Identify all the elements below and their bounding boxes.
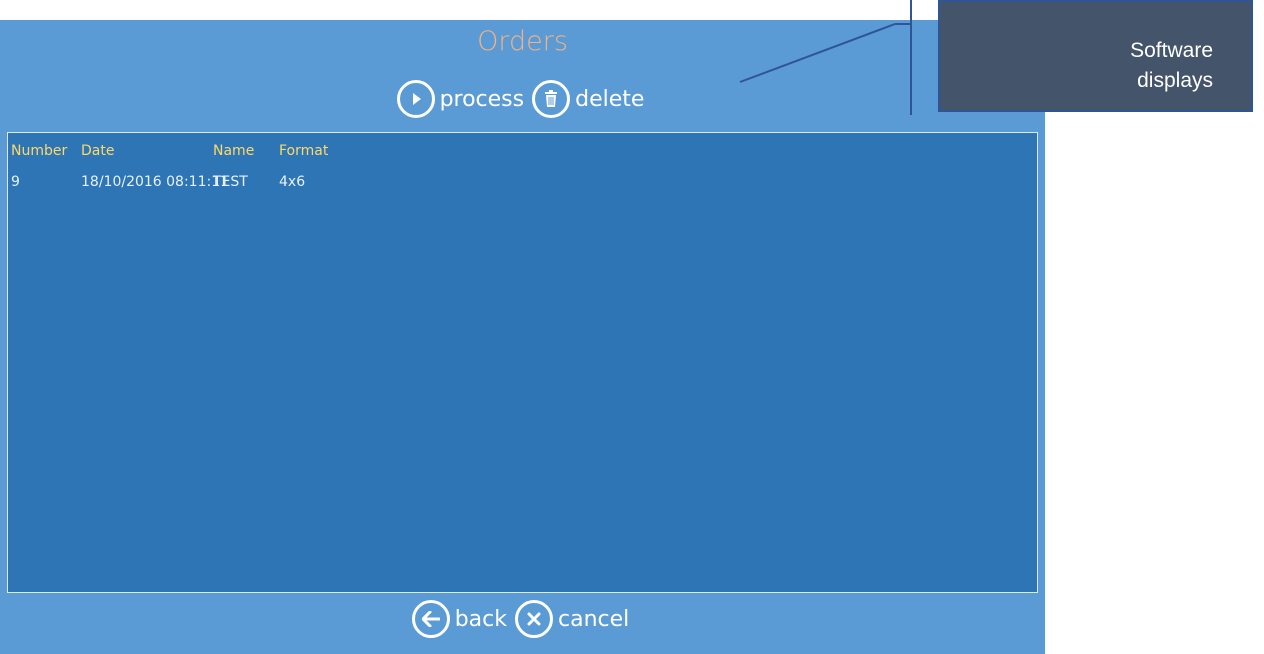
orders-window: Orders process delete Number Date Name F… <box>0 20 1045 654</box>
column-header-number[interactable]: Number <box>11 143 67 159</box>
table-header: Number Date Name Format <box>8 143 1037 163</box>
column-header-date[interactable]: Date <box>81 143 114 159</box>
cancel-button[interactable]: cancel <box>515 600 633 638</box>
process-button[interactable]: process <box>396 80 529 118</box>
back-label: back <box>454 606 508 632</box>
bottom-toolbar: back cancel <box>0 600 1045 638</box>
order-format: 4x6 <box>279 174 306 190</box>
cancel-label: cancel <box>558 606 630 632</box>
order-name: TEST <box>213 174 248 190</box>
column-header-name[interactable]: Name <box>213 143 254 159</box>
back-button[interactable]: back <box>411 600 511 638</box>
back-arrow-icon <box>411 600 450 638</box>
page-title: Orders <box>477 26 568 57</box>
orders-list[interactable]: Number Date Name Format 9 18/10/2016 08:… <box>7 132 1038 593</box>
close-icon <box>515 600 554 638</box>
trash-icon <box>532 80 571 118</box>
delete-button[interactable]: delete <box>532 80 648 118</box>
callout-line-2: displays <box>1137 69 1213 92</box>
column-header-format[interactable]: Format <box>279 143 328 159</box>
play-icon <box>396 80 435 118</box>
order-date: 18/10/2016 08:11:11 <box>81 174 230 190</box>
delete-label: delete <box>575 86 645 112</box>
callout-annotation: Software displays <box>938 0 1253 112</box>
top-toolbar: process delete <box>0 80 1045 118</box>
callout-line-1: Software <box>1130 39 1213 62</box>
table-row[interactable]: 9 18/10/2016 08:11:11 TEST 4x6 <box>8 174 1037 194</box>
order-number: 9 <box>11 174 20 190</box>
process-label: process <box>439 86 525 112</box>
